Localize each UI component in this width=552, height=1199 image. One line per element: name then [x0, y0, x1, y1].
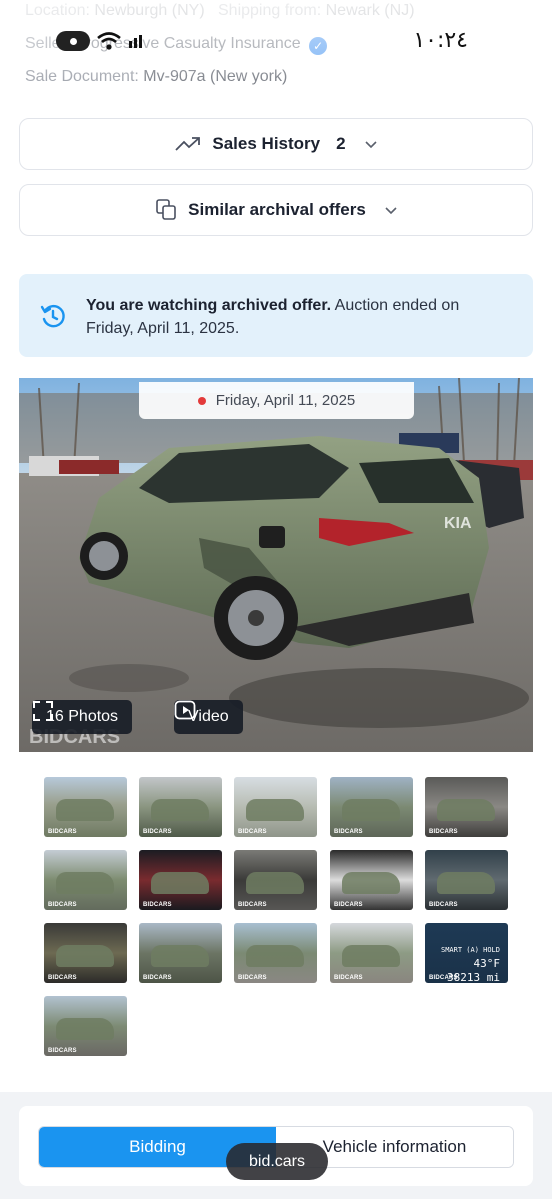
thumbnail[interactable]: BIDCARS — [44, 777, 127, 837]
thumbnail-car-shape — [56, 799, 114, 821]
wifi-icon — [97, 32, 121, 50]
similar-offers-label: Similar archival offers — [188, 200, 366, 219]
site-pill[interactable]: bid.cars — [226, 1143, 328, 1180]
camera-indicator-icon — [56, 31, 90, 51]
thumbnail-car-shape — [151, 945, 209, 967]
sale-document-label: Sale Document: — [25, 68, 139, 85]
archived-notice-text: You are watching archived offer. Auction… — [86, 294, 506, 340]
thumbnail[interactable]: BIDCARS — [44, 996, 127, 1056]
shipping-label: Shipping from: — [218, 2, 322, 19]
fullscreen-icon — [33, 701, 53, 721]
thumbnail-car-shape — [56, 1018, 114, 1040]
thumbnail[interactable]: BIDCARS — [234, 850, 317, 910]
sales-history-button[interactable]: Sales History 2 — [19, 118, 533, 170]
history-icon — [40, 304, 65, 328]
main-photo[interactable]: KIA BIDCARS Friday, April 11, 2025 16 Ph… — [19, 378, 533, 752]
similar-offers-button[interactable]: Similar archival offers — [19, 184, 533, 236]
status-bar: ١٠:٢٤ — [0, 28, 552, 60]
clock: ١٠:٢٤ — [413, 28, 468, 53]
thumbnail[interactable]: BIDCARS — [234, 923, 317, 983]
car-photo-image: KIA BIDCARS — [19, 378, 533, 752]
archived-notice-bold: You are watching archived offer. — [86, 297, 332, 314]
chevron-down-icon — [365, 141, 377, 149]
thumbnail-watermark: BIDCARS — [238, 829, 267, 835]
thumbnail-watermark: BIDCARS — [143, 829, 172, 835]
thumbnail-car-shape — [246, 872, 304, 894]
thumbnail-watermark: BIDCARS — [429, 902, 458, 908]
signal-icon — [129, 35, 142, 48]
thumbnail[interactable]: BIDCARS — [330, 850, 413, 910]
thumbnail-car-shape — [151, 872, 209, 894]
thumbnail[interactable]: BIDCARS — [425, 777, 508, 837]
location-label: Location: — [25, 2, 90, 19]
thumbnail-watermark: BIDCARS — [238, 902, 267, 908]
location-value: Newburgh (NY) — [94, 2, 205, 19]
thumbnail[interactable]: BIDCARS — [44, 923, 127, 983]
chevron-down-icon — [385, 207, 397, 215]
photo-date-chip: Friday, April 11, 2025 — [139, 382, 414, 419]
status-dot — [197, 396, 206, 405]
thumbnail[interactable]: BIDCARS — [139, 923, 222, 983]
video-button[interactable]: Video — [174, 700, 243, 734]
thumbnail-watermark: BIDCARS — [143, 902, 172, 908]
thumbnail-watermark: BIDCARS — [48, 902, 77, 908]
shipping-value: Newark (NJ) — [325, 2, 415, 19]
thumbnail-car-shape — [246, 799, 304, 821]
thumbnail-watermark: BIDCARS — [429, 829, 458, 835]
thumbnail-watermark: BIDCARS — [238, 975, 267, 981]
status-icons — [56, 31, 144, 51]
thumbnail[interactable]: SMART (A) HOLD 43°F 38213 mi BIDCARS — [425, 923, 508, 983]
thumbnail-car-shape — [437, 799, 495, 821]
thumbnail[interactable]: BIDCARS — [44, 850, 127, 910]
thumbnail-car-shape — [342, 945, 400, 967]
thumbnail-watermark: BIDCARS — [334, 902, 363, 908]
thumbnail-watermark: BIDCARS — [143, 975, 172, 981]
thumbnail-watermark: BIDCARS — [334, 829, 363, 835]
thumbnail-car-shape — [151, 799, 209, 821]
thumbnail-watermark: BIDCARS — [48, 975, 77, 981]
odometer-header: SMART (A) HOLD — [440, 946, 500, 954]
thumbnail-car-shape — [342, 799, 400, 821]
svg-text:KIA: KIA — [444, 515, 472, 532]
thumbnail[interactable]: BIDCARS — [234, 777, 317, 837]
location-row: Location: Newburgh (NY) Shipping from: N… — [25, 2, 415, 20]
thumbnail-car-shape — [56, 945, 114, 967]
thumbnail-car-shape — [246, 945, 304, 967]
video-play-icon — [174, 700, 196, 720]
thumbnail[interactable]: BIDCARS — [330, 923, 413, 983]
photo-date: Friday, April 11, 2025 — [215, 392, 356, 409]
sales-history-label: Sales History — [212, 134, 321, 153]
odometer-temp: 43°F — [473, 957, 501, 970]
thumbnail[interactable]: BIDCARS — [425, 850, 508, 910]
thumbnail-car-shape — [342, 872, 400, 894]
thumbnail[interactable]: BIDCARS — [139, 850, 222, 910]
copy-icon — [156, 199, 176, 220]
thumbnail[interactable]: BIDCARS — [330, 777, 413, 837]
thumbnail-car-shape — [56, 872, 114, 894]
sales-history-count: 2 — [336, 134, 346, 153]
sale-document-value: Mv-907a (New york) — [143, 68, 288, 85]
thumbnail-watermark: BIDCARS — [48, 1048, 77, 1054]
archived-notice: You are watching archived offer. Auction… — [19, 274, 533, 357]
thumbnail[interactable]: BIDCARS — [139, 777, 222, 837]
photos-button[interactable]: 16 Photos — [32, 700, 133, 734]
thumbnail-car-shape — [437, 872, 495, 894]
thumbnail-watermark: BIDCARS — [48, 829, 77, 835]
trending-up-icon — [175, 137, 201, 151]
thumbnail-watermark: BIDCARS — [429, 975, 458, 981]
thumbnail-watermark: BIDCARS — [334, 975, 363, 981]
sale-document-row: Sale Document: Mv-907a (New york) — [25, 68, 287, 86]
photos-button-label: 16 Photos — [46, 708, 119, 725]
